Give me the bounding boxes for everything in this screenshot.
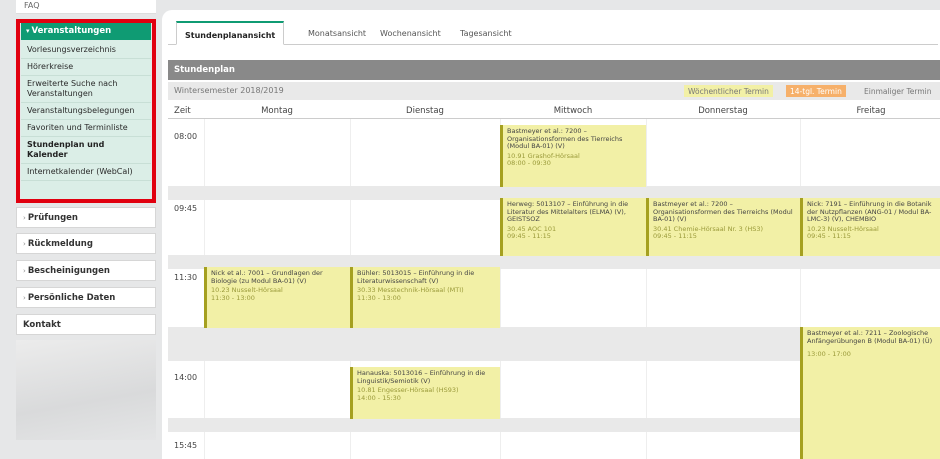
- tab-wochenansicht[interactable]: Wochenansicht: [372, 21, 449, 45]
- time-label-1130: 11:30: [174, 273, 198, 282]
- time-label-1400: 14:00: [174, 373, 198, 382]
- faq-link[interactable]: FAQ: [16, 0, 156, 14]
- nav-item-hoererkreise[interactable]: Hörerkreise: [21, 59, 151, 76]
- event-title: Bühler: 5013015 – Einführung in die Lite…: [357, 269, 475, 285]
- nav-section-veranstaltungen: ▾ Veranstaltungen Vorlesungsverzeichnis H…: [21, 23, 151, 199]
- chevron-right-icon: ›: [23, 267, 26, 275]
- nav-section-title: Veranstaltungen: [31, 26, 112, 36]
- nav-item-internetkalender[interactable]: Internetkalender (WebCal): [21, 164, 151, 181]
- column-header-label: Mittwoch: [553, 106, 593, 116]
- time-label-0800: 08:00: [174, 132, 198, 141]
- event-time: 08:00 - 09:30: [507, 159, 551, 167]
- nav-section-persoenliche-daten[interactable]: › Persönliche Daten: [16, 287, 156, 308]
- event-time: 09:45 - 11:15: [653, 232, 697, 240]
- nav-section-pruefungen[interactable]: › Prüfungen: [16, 207, 156, 228]
- column-header-label: Donnerstag: [698, 106, 748, 116]
- event-thu-0945[interactable]: Bastmeyer et al.: 7200 – Organisationsfo…: [646, 198, 800, 256]
- main-panel: Stundenplanansicht Monatsansicht Wochena…: [162, 10, 940, 459]
- event-title: Nick: 7191 – Einführung in die Botanik d…: [807, 200, 932, 223]
- nav-item-stundenplan[interactable]: Stundenplan und Kalender: [21, 137, 151, 164]
- nav-section-label: Kontakt: [23, 320, 61, 330]
- event-time: 09:45 - 11:15: [507, 232, 551, 240]
- nav-item-erweiterte-suche[interactable]: Erweiterte Suche nach Veranstaltungen: [21, 76, 151, 103]
- event-time: 11:30 - 13:00: [211, 293, 255, 302]
- time-label-1545: 15:45: [174, 441, 198, 450]
- event-title: Bastmeyer et al.: 7200 – Organisationsfo…: [653, 200, 793, 223]
- event-title: Bastmeyer et al.: 7211 – Zoologische Anf…: [807, 329, 933, 345]
- nav-section-rueckmeldung[interactable]: › Rückmeldung: [16, 233, 156, 254]
- nav-item-vorlesungsverzeichnis[interactable]: Vorlesungsverzeichnis: [21, 42, 151, 59]
- event-wed-0945[interactable]: Herweg: 5013107 – Einführung in die Lite…: [500, 198, 646, 256]
- schedule-header: Stundenplan: [168, 60, 940, 80]
- time-label-0945: 09:45: [174, 204, 198, 213]
- nav-item-veranstaltungsbelegungen[interactable]: Veranstaltungsbelegungen: [21, 103, 151, 120]
- sidebar: FAQ: [16, 0, 156, 14]
- event-tue-1400[interactable]: Hanauska: 5013016 – Einführung in die Li…: [350, 367, 500, 419]
- nav-items: Vorlesungsverzeichnis Hörerkreise Erweit…: [21, 40, 151, 181]
- legend-biweekly: 14-tgl. Termin: [786, 85, 846, 97]
- column-header-montag: Montag: [204, 101, 350, 119]
- event-title: Nick et al.: 7001 – Grundlagen der Biolo…: [211, 269, 323, 285]
- chevron-right-icon: ›: [23, 294, 26, 302]
- nav-item-favoriten[interactable]: Favoriten und Terminliste: [21, 120, 151, 137]
- column-header-label: Zeit: [174, 106, 191, 116]
- column-header-mittwoch: Mittwoch: [500, 101, 646, 119]
- column-header-label: Dienstag: [406, 106, 444, 116]
- view-tabs: Stundenplanansicht Monatsansicht Wochena…: [168, 21, 938, 45]
- nav-section-label: Prüfungen: [27, 213, 78, 223]
- chevron-right-icon: ›: [23, 214, 26, 222]
- event-time: 13:00 - 17:00: [807, 350, 851, 358]
- event-time: 11:30 - 13:00: [357, 293, 401, 302]
- nav-section-label: Persönliche Daten: [27, 293, 116, 303]
- chevron-right-icon: ›: [23, 240, 26, 248]
- nav-section-kontakt[interactable]: Kontakt: [16, 314, 156, 335]
- column-header-label: Freitag: [856, 106, 886, 116]
- column-header-zeit: Zeit: [168, 101, 206, 119]
- legend-weekly: Wöchentlicher Termin: [684, 85, 773, 97]
- legend-single: Einmaliger Termin: [860, 85, 936, 97]
- nav-section-bescheinigungen[interactable]: › Bescheinigungen: [16, 260, 156, 281]
- tab-stundenplanansicht[interactable]: Stundenplanansicht: [176, 21, 285, 45]
- sidebar-background: [16, 340, 156, 440]
- event-title: Bastmeyer et al.: 7200 – Organisationsfo…: [507, 127, 623, 150]
- nav-section-label: Rückmeldung: [27, 239, 93, 249]
- nav-section-label: Bescheinigungen: [27, 266, 110, 276]
- event-title: Hanauska: 5013016 – Einführung in die Li…: [357, 369, 486, 385]
- event-fri-1300[interactable]: Bastmeyer et al.: 7211 – Zoologische Anf…: [800, 327, 940, 459]
- column-header-label: Montag: [261, 106, 293, 116]
- event-tue-1130[interactable]: Bühler: 5013015 – Einführung in die Lite…: [350, 267, 500, 328]
- column-header-dienstag: Dienstag: [350, 101, 500, 119]
- column-divider: [646, 119, 647, 459]
- event-time: 14:00 - 15:30: [357, 393, 401, 402]
- event-wed-0800[interactable]: Bastmeyer et al.: 7200 – Organisationsfo…: [500, 125, 646, 187]
- tab-monatsansicht[interactable]: Monatsansicht: [300, 21, 374, 45]
- column-header-donnerstag: Donnerstag: [646, 101, 800, 119]
- event-fri-0945[interactable]: Nick: 7191 – Einführung in die Botanik d…: [800, 198, 940, 256]
- event-mon-1130[interactable]: Nick et al.: 7001 – Grundlagen der Biolo…: [204, 267, 350, 328]
- chevron-down-icon: ▾: [26, 27, 30, 35]
- column-header-freitag: Freitag: [800, 101, 940, 119]
- event-time: 09:45 - 11:15: [807, 232, 851, 240]
- nav-section-header[interactable]: ▾ Veranstaltungen: [21, 23, 151, 40]
- semester-label: Wintersemester 2018/2019: [174, 86, 284, 95]
- semester-row: Wintersemester 2018/2019 Wöchentlicher T…: [168, 82, 940, 100]
- tab-tagesansicht[interactable]: Tagesansicht: [452, 21, 520, 45]
- event-title: Herweg: 5013107 – Einführung in die Lite…: [507, 200, 629, 223]
